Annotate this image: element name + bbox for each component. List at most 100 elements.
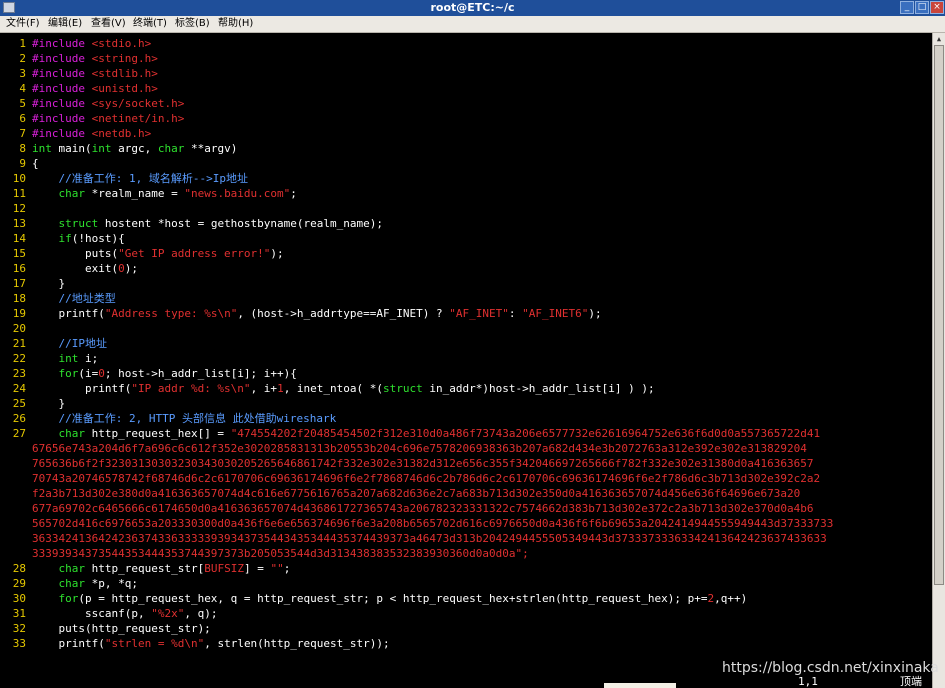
line-number: 10 xyxy=(12,172,26,185)
line-number: 30 xyxy=(12,592,26,605)
menu-help[interactable]: 帮助(H) xyxy=(216,17,255,31)
code-token: ; xyxy=(290,187,297,200)
code-line: puts(http_request_str); xyxy=(32,621,211,636)
code-line: for(p = http_request_hex, q = http_reque… xyxy=(32,591,747,606)
code-token: (p = http_request_hex, q = http_request_… xyxy=(78,592,708,605)
code-line: printf("Address type: %s\n", (host->h_ad… xyxy=(32,306,602,321)
code-token: "Address type: %s\n" xyxy=(104,307,238,320)
code-token: **argv) xyxy=(184,142,238,155)
wrapped-hex-line: f2a3b713d302e380d0a416363657074d4c616e67… xyxy=(32,487,801,500)
line-number: 24 xyxy=(12,382,26,395)
close-button[interactable]: × xyxy=(930,1,944,14)
code-token: char xyxy=(32,577,85,590)
code-token: //地址类型 xyxy=(32,292,116,305)
cursor-position: 1,1 xyxy=(798,675,818,688)
code-token: (!host){ xyxy=(71,232,125,245)
code-token: : xyxy=(508,307,523,320)
line-number: 3 xyxy=(19,67,26,80)
code-line: #include <sys/socket.h> xyxy=(32,96,184,111)
code-token: http_request_hex[] = xyxy=(84,427,231,440)
code-line: //IP地址 xyxy=(32,336,107,351)
wrapped-hex-line: 3633424136424236374336333339393437354434… xyxy=(32,532,827,545)
code-token: int xyxy=(91,142,112,155)
code-token: //准备工作: 1, 域名解析-->Ip地址 xyxy=(32,172,248,185)
menu-terminal[interactable]: 终端(T) xyxy=(131,17,169,31)
window-titlebar: root@ETC:~/c _ □ × xyxy=(0,0,945,16)
menu-edit[interactable]: 编辑(E) xyxy=(46,17,84,31)
code-line: int main(int argc, char **argv) xyxy=(32,141,237,156)
code-token: hostent *host = gethostbyname(realm_name… xyxy=(98,217,384,230)
code-token: puts( xyxy=(32,247,119,260)
code-token: "strlen = %d\n" xyxy=(104,637,205,650)
code-token: printf( xyxy=(32,382,132,395)
code-line: printf("IP addr %d: %s\n", i+1, inet_nto… xyxy=(32,381,655,396)
wrapped-hex-line: 765636b6f2f32303130303230343030205265646… xyxy=(32,457,814,470)
code-line: #include <stdlib.h> xyxy=(32,66,158,81)
code-token: ); xyxy=(588,307,602,320)
code-token: int xyxy=(32,142,52,155)
line-number: 2 xyxy=(19,52,26,65)
scrollbar-thumb[interactable] xyxy=(934,45,944,585)
code-token: "Get IP address error!" xyxy=(118,247,271,260)
code-token: "news.baidu.com" xyxy=(184,187,291,200)
code-token: <sys/socket.h> xyxy=(91,97,185,110)
scroll-up-arrow-icon[interactable]: ▲ xyxy=(934,34,944,44)
code-token: (i= xyxy=(78,367,99,380)
code-token: , strlen(http_request_str)); xyxy=(204,637,390,650)
menu-view[interactable]: 查看(V) xyxy=(89,17,128,31)
line-number: 31 xyxy=(12,607,26,620)
code-token: BUFSIZ xyxy=(204,562,244,575)
code-token: ; host->h_addr_list[i]; i++){ xyxy=(104,367,297,380)
minimize-button[interactable]: _ xyxy=(900,1,914,14)
code-token: "" xyxy=(270,562,284,575)
code-token: , inet_ntoa( *( xyxy=(283,382,384,395)
line-number: 16 xyxy=(12,262,26,275)
code-token: main( xyxy=(51,142,92,155)
code-token: char xyxy=(32,427,85,440)
code-token: <stdlib.h> xyxy=(91,67,158,80)
code-token: printf( xyxy=(32,307,105,320)
maximize-button[interactable]: □ xyxy=(915,1,929,14)
code-token: for xyxy=(32,592,79,605)
code-token: puts(http_request_str); xyxy=(32,622,211,635)
line-number: 23 xyxy=(12,367,26,380)
line-number: 9 xyxy=(19,157,26,170)
vim-editor-area[interactable]: 1 #include <stdio.h> 2 #include <string.h> 3… xyxy=(0,33,932,688)
menu-tabs[interactable]: 标签(B) xyxy=(173,17,212,31)
code-token: i; xyxy=(78,352,99,365)
code-token: 1 xyxy=(277,382,284,395)
code-token: #include xyxy=(32,37,92,50)
code-line: //地址类型 xyxy=(32,291,116,306)
code-line: #include <netinet/in.h> xyxy=(32,111,184,126)
code-token: #include xyxy=(32,82,92,95)
wrapped-hex-line: 70743a20746578742f68746d6c2c6170706c6963… xyxy=(32,472,821,485)
code-token: ] = xyxy=(243,562,271,575)
code-line: #include <stdio.h> xyxy=(32,36,151,51)
menu-file[interactable]: 文件(F) xyxy=(4,17,42,31)
code-token: } xyxy=(32,277,66,290)
line-number: 6 xyxy=(19,112,26,125)
code-token: char xyxy=(157,142,185,155)
code-token: "AF_INET" xyxy=(449,307,509,320)
code-line: char *p, *q; xyxy=(32,576,137,591)
code-line: int i; xyxy=(32,351,98,366)
code-token: , (host->h_addrtype==AF_INET) ? xyxy=(237,307,450,320)
code-token: "IP addr %d: %s\n" xyxy=(131,382,251,395)
code-token: <stdio.h> xyxy=(91,37,152,50)
code-line: exit(0); xyxy=(32,261,138,276)
line-number: 7 xyxy=(19,127,26,140)
line-number: 11 xyxy=(12,187,26,200)
code-token: { xyxy=(32,157,39,170)
line-number: 22 xyxy=(12,352,26,365)
code-line: char http_request_str[BUFSIZ] = ""; xyxy=(32,561,290,576)
line-number: 1 xyxy=(19,37,26,50)
code-token: ,q++) xyxy=(714,592,748,605)
wrapped-hex-line: 677a69702c6465666c6174650d0a416363657074… xyxy=(32,502,814,515)
code-line: #include <netdb.h> xyxy=(32,126,151,141)
terminal-scrollbar[interactable]: ▲ xyxy=(932,33,945,688)
line-number: 28 xyxy=(12,562,26,575)
code-token: sscanf(p, xyxy=(32,607,152,620)
line-number: 21 xyxy=(12,337,26,350)
code-token: char xyxy=(32,562,85,575)
code-line: puts("Get IP address error!"); xyxy=(32,246,284,261)
